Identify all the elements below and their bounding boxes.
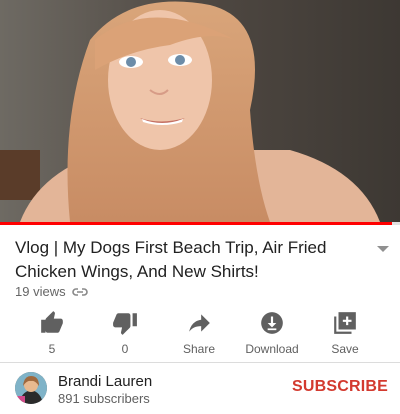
download-label: Download xyxy=(245,342,299,356)
video-progress-fill xyxy=(0,222,392,225)
video-frame xyxy=(0,0,400,222)
link-icon[interactable] xyxy=(71,287,88,297)
action-bar: 5 0 Share Download Save xyxy=(0,306,400,356)
subscriber-count: 891 subscribers xyxy=(58,391,150,406)
video-progress-bar[interactable] xyxy=(0,222,400,225)
thumbs-down-icon xyxy=(113,313,137,335)
share-button[interactable]: Share xyxy=(159,306,239,356)
like-count: 5 xyxy=(48,342,56,356)
save-icon xyxy=(334,312,356,334)
avatar-image xyxy=(15,372,47,404)
save-button[interactable]: Save xyxy=(305,306,385,356)
dislike-button[interactable]: 0 xyxy=(85,306,165,356)
channel-name[interactable]: Brandi Lauren xyxy=(58,373,152,390)
download-icon xyxy=(261,312,283,334)
share-icon xyxy=(189,314,210,332)
like-button[interactable]: 5 xyxy=(12,306,92,356)
view-count: 19 views xyxy=(15,284,66,299)
thumbs-up-icon xyxy=(41,311,63,333)
subscribe-button[interactable]: SUBSCRIBE xyxy=(292,378,388,396)
avatar[interactable] xyxy=(15,372,47,404)
share-label: Share xyxy=(182,342,216,356)
video-player[interactable] xyxy=(0,0,400,222)
channel-row[interactable]: Brandi Lauren 891 subscribers SUBSCRIBE xyxy=(0,364,400,414)
dislike-count: 0 xyxy=(121,342,129,356)
video-title: Vlog | My Dogs First Beach Trip, Air Fri… xyxy=(15,238,327,281)
download-button[interactable]: Download xyxy=(232,306,312,356)
chevron-down-icon[interactable] xyxy=(376,244,390,254)
divider xyxy=(0,362,400,363)
save-label: Save xyxy=(331,342,359,356)
video-meta: 19 views xyxy=(15,284,88,299)
